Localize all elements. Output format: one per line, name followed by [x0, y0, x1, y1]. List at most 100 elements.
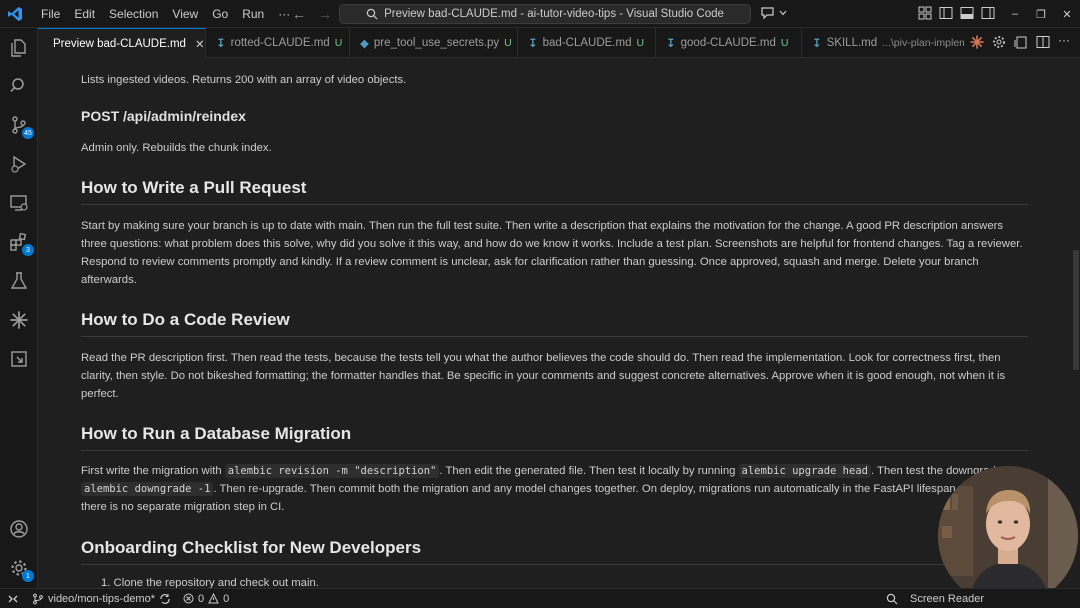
settings-sync-icon[interactable]: [992, 35, 1006, 49]
untracked-marker: U: [504, 37, 512, 49]
vertical-scrollbar[interactable]: [1072, 58, 1080, 588]
forward-arrow-icon[interactable]: →: [318, 6, 332, 22]
sync-icon[interactable]: [159, 593, 171, 605]
untracked-marker: U: [636, 37, 645, 49]
tab-preview-bad-claude[interactable]: Preview bad-CLAUDE.md ✕: [38, 28, 206, 58]
chevron-down-icon: [779, 10, 787, 16]
command-center[interactable]: Preview bad-CLAUDE.md - ai-tutor-video-t…: [339, 4, 751, 24]
search-view-icon[interactable]: [8, 75, 30, 97]
warning-icon: [208, 593, 219, 604]
tab-path: ...\piv-plan-implemen: [882, 37, 964, 49]
restore-icon[interactable]: ❐: [1028, 8, 1054, 21]
endpoint-list-description: Lists ingested videos. Returns 200 with …: [81, 74, 407, 86]
text-run: . Then re-upgrade. Then commit both the …: [213, 483, 956, 495]
tab-skill[interactable]: ↧ SKILL.md ...\piv-plan-implemen: [802, 28, 964, 58]
tab-label: pre_tool_use_secrets.py: [373, 37, 500, 49]
code-review-heading: How to Do a Code Review: [81, 310, 1028, 337]
onboarding-heading: Onboarding Checklist for New Developers: [81, 538, 1028, 565]
tab-label: good-CLAUDE.md: [680, 37, 776, 49]
text-run: . Then edit the generated file. Then tes…: [439, 465, 739, 477]
menu-go[interactable]: Go: [205, 0, 235, 28]
markdown-icon: ↧: [216, 38, 226, 50]
extensions-badge: 3: [22, 244, 34, 256]
untracked-marker: U: [780, 37, 789, 49]
activity-bar: 45 3 1: [0, 28, 38, 588]
menu-edit[interactable]: Edit: [67, 0, 102, 28]
endpoint-description: Admin only. Rebuilds the chunk index.: [81, 142, 272, 154]
tab-good-claude[interactable]: ↧ good-CLAUDE.md U: [656, 28, 802, 58]
claude-code-icon[interactable]: [970, 35, 984, 49]
pr-heading: How to Write a Pull Request: [81, 178, 1028, 205]
tab-label: SKILL.md: [826, 37, 878, 49]
warning-count: 0: [223, 592, 230, 605]
tab-close-icon[interactable]: ✕: [195, 37, 205, 51]
db-migration-heading: How to Run a Database Migration: [81, 424, 1028, 451]
toggle-panel-icon[interactable]: [960, 6, 974, 20]
tab-label: bad-CLAUDE.md: [542, 37, 632, 49]
extensions-icon[interactable]: 3: [8, 231, 34, 256]
onboarding-list-item: 1. Clone the repository and check out ma…: [101, 577, 319, 588]
more-actions-icon[interactable]: ···: [1058, 34, 1072, 49]
status-right: Screen Reader: [886, 589, 984, 608]
screen-reader-status[interactable]: Screen Reader: [910, 593, 984, 605]
zoom-icon[interactable]: [886, 593, 898, 605]
tab-label: Preview bad-CLAUDE.md: [53, 37, 186, 50]
python-icon: ◆: [360, 38, 369, 50]
error-icon: [183, 593, 194, 604]
untracked-marker: U: [334, 37, 343, 49]
claude-icon[interactable]: [8, 309, 30, 331]
source-control-icon[interactable]: 45: [8, 114, 34, 139]
pr-paragraph: Start by making sure your branch is up t…: [81, 220, 1023, 286]
command-center-title: Preview bad-CLAUDE.md - ai-tutor-video-t…: [384, 8, 724, 20]
git-branch-icon: [33, 593, 43, 604]
accounts-icon[interactable]: [8, 518, 30, 540]
menu-view[interactable]: View: [165, 0, 205, 28]
tab-rotted-claude[interactable]: ↧ rotted-CLAUDE.md U: [206, 28, 350, 58]
text-run: there is no separate migration step in C…: [81, 501, 285, 513]
inline-code: alembic downgrade -1: [81, 482, 214, 496]
menu-file[interactable]: File: [34, 0, 67, 28]
close-window-icon[interactable]: ✕: [1054, 8, 1080, 21]
customize-layout-icon[interactable]: [918, 6, 932, 20]
code-review-paragraph: Read the PR description first. Then read…: [81, 352, 1006, 400]
markdown-icon: ↧: [666, 38, 676, 50]
presenter-webcam: [938, 466, 1078, 606]
manage-badge: 1: [22, 570, 34, 582]
split-editor-icon[interactable]: [1036, 35, 1050, 49]
explorer-icon[interactable]: [8, 37, 30, 59]
branch-name: video/mon-tips-demo*: [48, 592, 155, 605]
run-debug-icon[interactable]: [8, 153, 30, 175]
text-run: First write the migration with: [81, 465, 225, 477]
menu-selection[interactable]: Selection: [102, 0, 165, 28]
tab-label: rotted-CLAUDE.md: [230, 37, 330, 49]
chat-button[interactable]: [760, 6, 787, 20]
tab-pre-tool-use-secrets[interactable]: ◆ pre_tool_use_secrets.py U: [350, 28, 518, 58]
menu-run[interactable]: Run: [235, 0, 271, 28]
status-bar: video/mon-tips-demo* 0 0 Screen Reader: [0, 588, 1080, 608]
toggle-secondary-sidebar-icon[interactable]: [981, 6, 995, 20]
tab-bar: Preview bad-CLAUDE.md ✕ ↧ rotted-CLAUDE.…: [38, 28, 1080, 58]
vscode-logo-icon: [2, 0, 28, 28]
endpoint-heading: POST /api/admin/reindex: [81, 108, 246, 124]
back-arrow-icon[interactable]: ←: [292, 6, 306, 22]
remote-indicator[interactable]: [0, 589, 26, 608]
inline-code: alembic upgrade head: [738, 464, 871, 478]
scrollbar-thumb[interactable]: [1073, 250, 1079, 370]
problems-indicator[interactable]: 0 0: [177, 593, 235, 605]
menu-bar: File Edit Selection View Go Run ···: [34, 0, 297, 28]
markdown-preview[interactable]: Lists ingested videos. Returns 200 with …: [38, 58, 1080, 588]
manage-gear-icon[interactable]: 1: [8, 557, 34, 582]
pull-requests-icon[interactable]: [8, 348, 30, 370]
branch-indicator[interactable]: video/mon-tips-demo*: [26, 593, 177, 605]
tab-bad-claude[interactable]: ↧ bad-CLAUDE.md U: [518, 28, 656, 58]
markdown-icon: ↧: [528, 38, 538, 50]
testing-icon[interactable]: [8, 270, 30, 292]
remote-explorer-icon[interactable]: [8, 192, 30, 214]
toggle-primary-sidebar-icon[interactable]: [939, 6, 953, 20]
chat-icon: [761, 7, 774, 20]
title-bar: File Edit Selection View Go Run ··· ← → …: [0, 0, 1080, 28]
open-source-icon[interactable]: [1014, 35, 1028, 49]
db-migration-paragraph: First write the migration with alembic r…: [81, 462, 1028, 516]
minimize-icon[interactable]: –: [1002, 8, 1028, 20]
error-count: 0: [198, 592, 205, 605]
